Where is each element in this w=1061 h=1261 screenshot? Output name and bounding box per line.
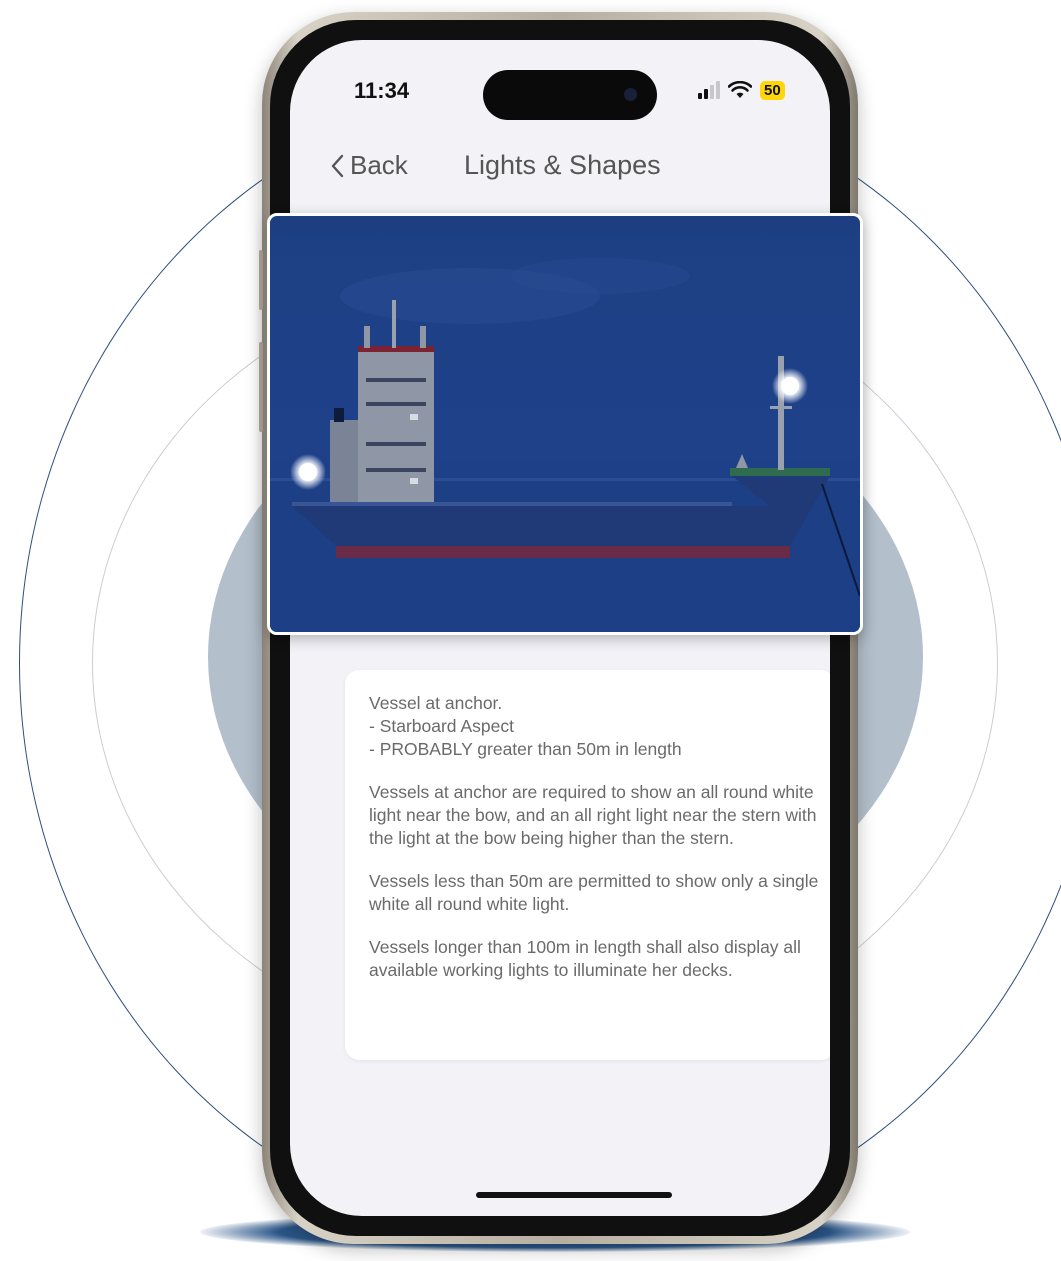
volume-up-button <box>259 250 263 310</box>
description-heading-block: Vessel at anchor. - Starboard Aspect - P… <box>369 692 819 761</box>
description-card: Vessel at anchor. - Starboard Aspect - P… <box>345 670 830 1060</box>
camera-icon <box>624 88 637 101</box>
stage: 11:34 50 Back Lights & Shapes Vessel at … <box>0 0 1061 1261</box>
description-paragraph: Vessels at anchor are required to show a… <box>369 782 817 848</box>
status-icons: 50 <box>698 78 785 102</box>
back-button[interactable]: Back <box>330 150 408 181</box>
description-heading: Vessel at anchor. <box>369 693 503 713</box>
back-label: Back <box>350 150 408 180</box>
description-paragraph: Vessels less than 50m are permitted to s… <box>369 871 819 914</box>
description-text: Vessel at anchor. - Starboard Aspect - P… <box>369 692 819 1002</box>
home-indicator[interactable] <box>476 1192 672 1198</box>
signal-icon <box>698 81 720 99</box>
vessel-at-anchor-image <box>267 213 863 635</box>
description-bullet: - Starboard Aspect <box>369 716 514 736</box>
status-time: 11:34 <box>354 78 410 103</box>
page-title: Lights & Shapes <box>464 150 661 180</box>
chevron-left-icon <box>331 154 344 177</box>
ship-illustration <box>270 258 860 632</box>
battery-icon: 50 <box>760 80 785 100</box>
description-paragraph: Vessels longer than 100m in length shall… <box>369 937 801 980</box>
dynamic-island <box>483 70 657 120</box>
wifi-icon <box>728 81 752 98</box>
description-bullet: - PROBABLY greater than 50m in length <box>369 739 682 759</box>
volume-down-button <box>259 342 263 432</box>
